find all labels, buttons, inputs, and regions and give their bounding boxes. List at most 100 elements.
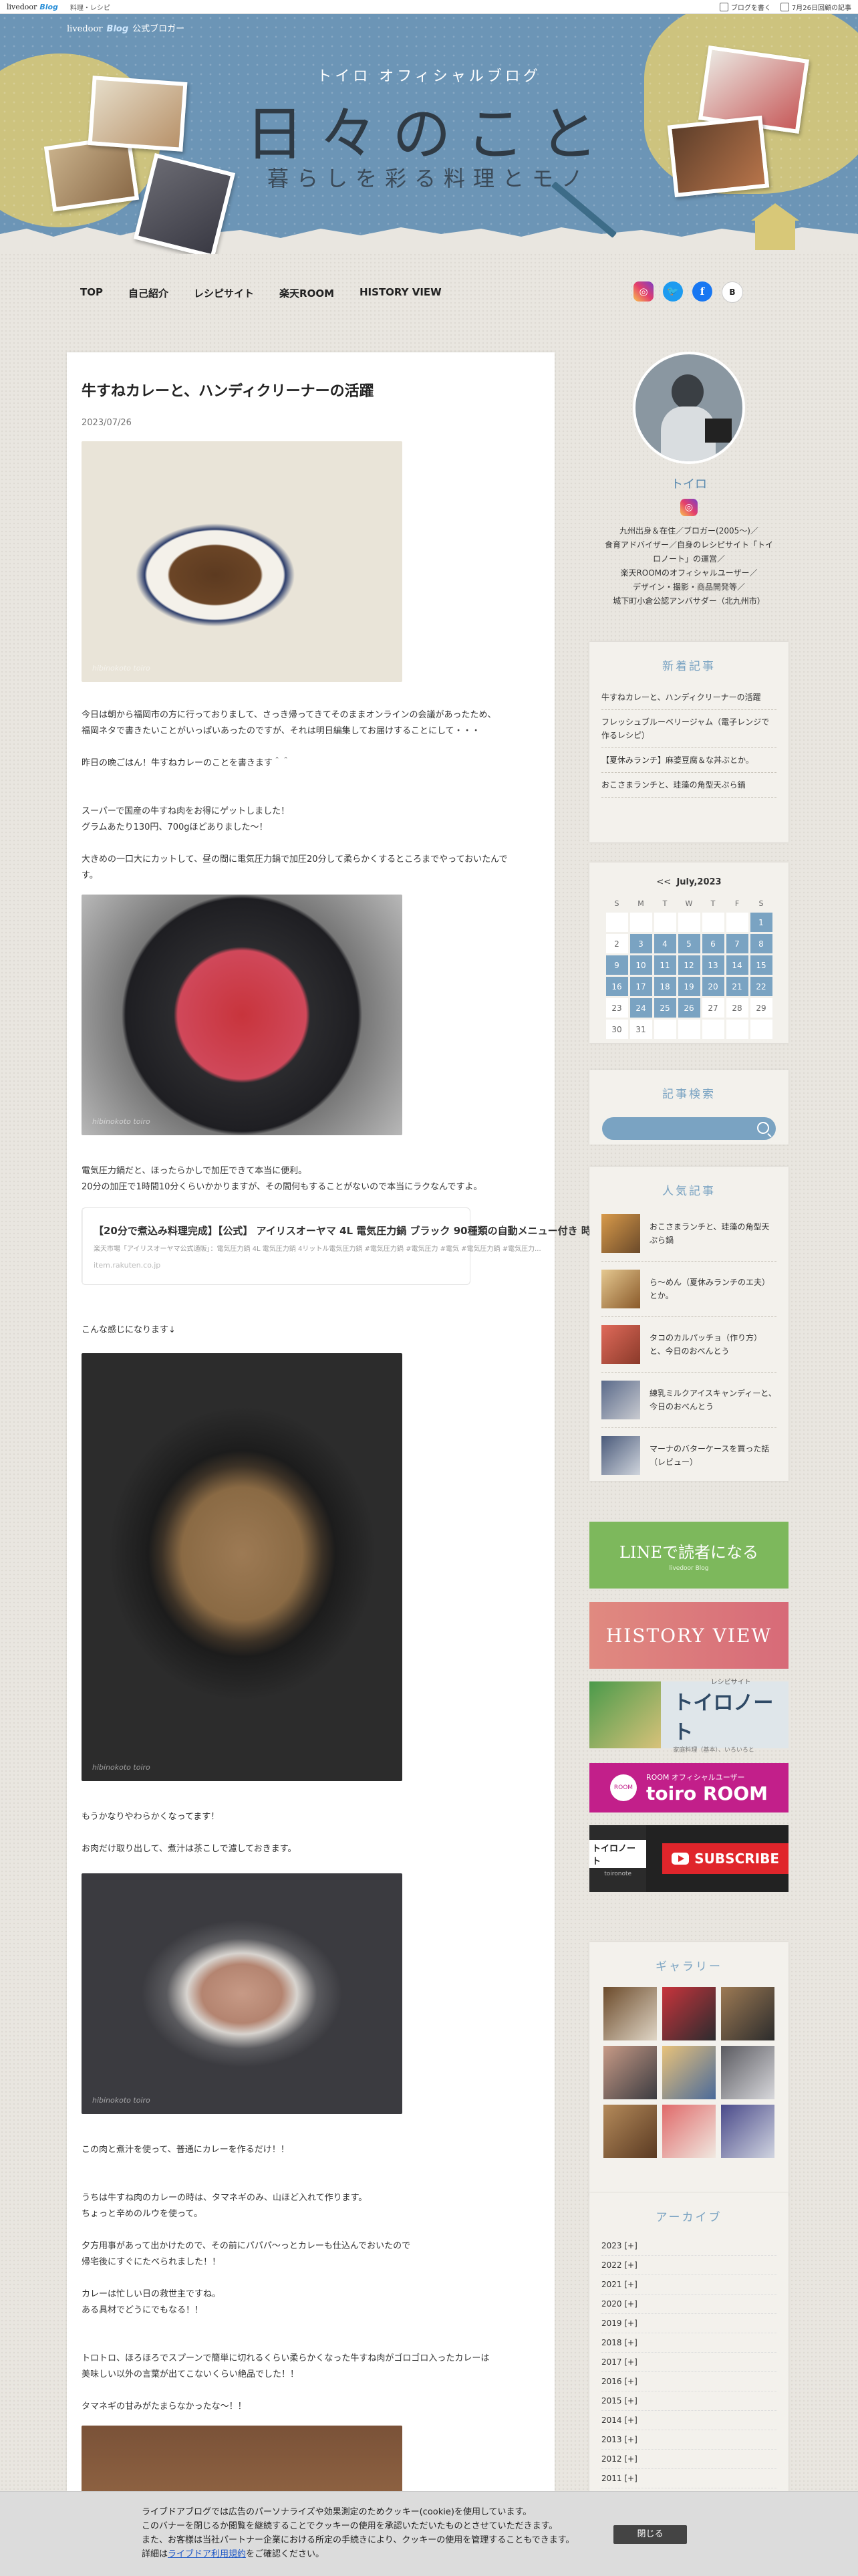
product-domain: item.rakuten.co.jp (94, 1260, 161, 1270)
recent-post-link[interactable]: おこさまランチと、珪藻の角型天ぷら鍋 (601, 773, 776, 798)
popular-post[interactable]: おこさまランチと、珪藻の角型天ぷら鍋 (601, 1206, 776, 1262)
archive-year-link[interactable]: 2017 [+] (601, 2353, 776, 2372)
calendar-day-posted[interactable]: 5 (678, 934, 700, 953)
calendar-day-posted[interactable]: 26 (678, 998, 700, 1018)
product-title[interactable]: 【20分で煮込み料理完成】【公式】 アイリスオーヤマ 4L 電気圧力鍋 ブラック… (94, 1223, 660, 1238)
recent-post-link[interactable]: 【夏休みランチ】麻婆豆腐＆な丼ぶとか。 (601, 748, 776, 773)
instagram-icon[interactable]: ◎ (680, 499, 698, 516)
hatena-icon[interactable]: B (722, 281, 743, 303)
popular-post[interactable]: マーナのバターケースを買った話（レビュー） (601, 1428, 776, 1483)
calendar-day-posted[interactable]: 15 (750, 955, 772, 975)
cookie-close-button[interactable]: 閉じる (613, 2525, 687, 2544)
archive-year-link[interactable]: 2013 [+] (601, 2430, 776, 2450)
youtube-subscribe-button[interactable]: SUBSCRIBE (662, 1843, 789, 1874)
calendar-prev[interactable]: << (656, 877, 671, 887)
nav-rakuten-room[interactable]: 楽天ROOM (279, 286, 334, 300)
archive-year-link[interactable]: 2018 [+] (601, 2333, 776, 2353)
calendar-day-posted[interactable]: 24 (629, 998, 652, 1018)
archive-year-link[interactable]: 2020 [+] (601, 2295, 776, 2314)
calendar-day-posted[interactable]: 17 (629, 977, 652, 996)
toiro-note-banner[interactable]: レシピサイト トイロノート 家庭料理（基本）、いろいろと (589, 1679, 789, 1754)
popular-post-title[interactable]: マーナのバターケースを買った話（レビュー） (650, 1442, 776, 1469)
recent-post-link[interactable]: フレッシュブルーベリージャム（電子レンジで作るレシピ） (601, 710, 776, 748)
popular-post-title[interactable]: 練乳ミルクアイスキャンディーと、今日のおべんとう (650, 1387, 776, 1413)
nav-history-view[interactable]: HISTORY VIEW (360, 286, 442, 300)
search-input[interactable] (602, 1117, 776, 1140)
twitter-icon[interactable]: 🐦 (663, 281, 683, 302)
calendar-day-posted[interactable]: 16 (605, 977, 628, 996)
calendar-day-posted[interactable]: 3 (629, 934, 652, 953)
recent-post-link[interactable]: 牛すねカレーと、ハンディクリーナーの活躍 (601, 685, 776, 710)
gallery-thumb[interactable] (662, 2105, 716, 2158)
archive-year-link[interactable]: 2011 [+] (601, 2469, 776, 2488)
gallery-thumb[interactable] (603, 1987, 657, 2040)
archive-year-link[interactable]: 2014 [+] (601, 2411, 776, 2430)
calendar-day-posted[interactable]: 20 (702, 977, 724, 996)
paragraph: ある具材でどうにでもなる！！ (82, 2305, 204, 2315)
nav-top[interactable]: TOP (80, 286, 103, 300)
article-title[interactable]: 牛すねカレーと、ハンディクリーナーの活躍 (82, 379, 540, 400)
line-follow-banner[interactable]: LINEで読者になる livedoor Blog (589, 1522, 789, 1589)
calendar-day-posted[interactable]: 1 (750, 913, 772, 932)
write-blog-link[interactable]: ブログを書く (719, 2, 771, 12)
calendar-day-posted[interactable]: 9 (605, 955, 628, 975)
blog-logo[interactable]: Blog (39, 3, 58, 11)
calendar-day-posted[interactable]: 19 (678, 977, 700, 996)
popular-post-title[interactable]: ら〜めん（夏休みランチのエ夫）とか。 (650, 1276, 776, 1302)
archive-year-link[interactable]: 2022 [+] (601, 2256, 776, 2275)
nav-about[interactable]: 自己紹介 (128, 286, 168, 300)
gallery-thumb[interactable] (721, 1987, 774, 2040)
paragraph: 夕方用事があって出かけたので、その前にパパパ〜っとカレーも仕込んでおいたので (82, 2241, 411, 2251)
calendar-day-posted[interactable]: 13 (702, 955, 724, 975)
gallery-thumb[interactable] (721, 2105, 774, 2158)
livedoor-logo[interactable]: livedoor (7, 3, 37, 11)
calendar-day-posted[interactable]: 6 (702, 934, 724, 953)
history-view-banner[interactable]: HISTORY VIEW (589, 1602, 789, 1669)
bio-line: デザイン・撮影・商品開発等／ (632, 582, 745, 592)
search-icon[interactable] (757, 1122, 769, 1134)
calendar-day-posted[interactable]: 7 (726, 934, 748, 953)
gallery-thumb[interactable] (662, 1987, 716, 2040)
gallery-thumb[interactable] (721, 2046, 774, 2099)
popular-post[interactable]: 練乳ミルクアイスキャンディーと、今日のおべんとう (601, 1373, 776, 1428)
gallery-thumb[interactable] (603, 2046, 657, 2099)
popular-post[interactable]: ら〜めん（夏休みランチのエ夫）とか。 (601, 1262, 776, 1317)
calendar-day-posted[interactable]: 18 (654, 977, 676, 996)
profile-name[interactable]: トイロ (589, 475, 789, 492)
archive-year-link[interactable]: 2012 [+] (601, 2450, 776, 2469)
calendar-day-posted[interactable]: 14 (726, 955, 748, 975)
archive-year-link[interactable]: 2021 [+] (601, 2275, 776, 2295)
popular-post-title[interactable]: タコのカルパッチョ（作り方）と、今日のおべんとう (650, 1331, 776, 1358)
recent-posts-widget: 新着記事 牛すねカレーと、ハンディクリーナーの活躍 フレッシュブルーベリージャム… (589, 642, 789, 842)
nav-recipe-site[interactable]: レシピサイト (194, 286, 254, 300)
calendar-day-posted[interactable]: 22 (750, 977, 772, 996)
gallery-thumb[interactable] (662, 2046, 716, 2099)
paragraph: もうかなりやわらかくなってます！ (82, 1812, 220, 1822)
blog-title[interactable]: 日々のこと (0, 87, 858, 172)
gallery-thumb[interactable] (603, 2105, 657, 2158)
toiro-room-banner[interactable]: ROOM ROOM オフィシャルユーザー toiro ROOM (589, 1763, 789, 1812)
calendar-day-posted[interactable]: 25 (654, 998, 676, 1018)
calendar-day-posted[interactable]: 10 (629, 955, 652, 975)
calendar-day-posted[interactable]: 8 (750, 934, 772, 953)
avatar[interactable] (633, 352, 745, 464)
blog-header[interactable]: livedoor Blog 公式ブロガー トイロ オフィシャルブログ 日々のこと… (0, 13, 858, 254)
terms-link[interactable]: ライブドア利用規約 (168, 2549, 246, 2559)
facebook-icon[interactable]: f (692, 281, 712, 302)
calendar-day-posted[interactable]: 4 (654, 934, 676, 953)
archive-year-link[interactable]: 2019 [+] (601, 2314, 776, 2333)
category-link[interactable]: 料理・レシピ (70, 2, 110, 12)
calendar-day-posted[interactable]: 21 (726, 977, 748, 996)
archive-year-link[interactable]: 2015 [+] (601, 2391, 776, 2411)
instagram-icon[interactable]: ◎ (633, 281, 654, 302)
calendar-icon (780, 2, 789, 11)
archive-year-link[interactable]: 2023 [+] (601, 2236, 776, 2256)
calendar-day-posted[interactable]: 11 (654, 955, 676, 975)
popular-post[interactable]: タコのカルパッチョ（作り方）と、今日のおべんとう (601, 1317, 776, 1373)
youtube-subscribe-banner[interactable]: トイロノート toironote SUBSCRIBE (589, 1825, 789, 1892)
archive-year-link[interactable]: 2016 [+] (601, 2372, 776, 2391)
calendar-day-posted[interactable]: 12 (678, 955, 700, 975)
product-link-card[interactable]: 【20分で煮込み料理完成】【公式】 アイリスオーヤマ 4L 電気圧力鍋 ブラック… (82, 1207, 660, 1285)
popular-post-title[interactable]: おこさまランチと、珪藻の角型天ぷら鍋 (650, 1220, 776, 1247)
updated-link[interactable]: 7月26日回顧の記事 (780, 2, 851, 12)
